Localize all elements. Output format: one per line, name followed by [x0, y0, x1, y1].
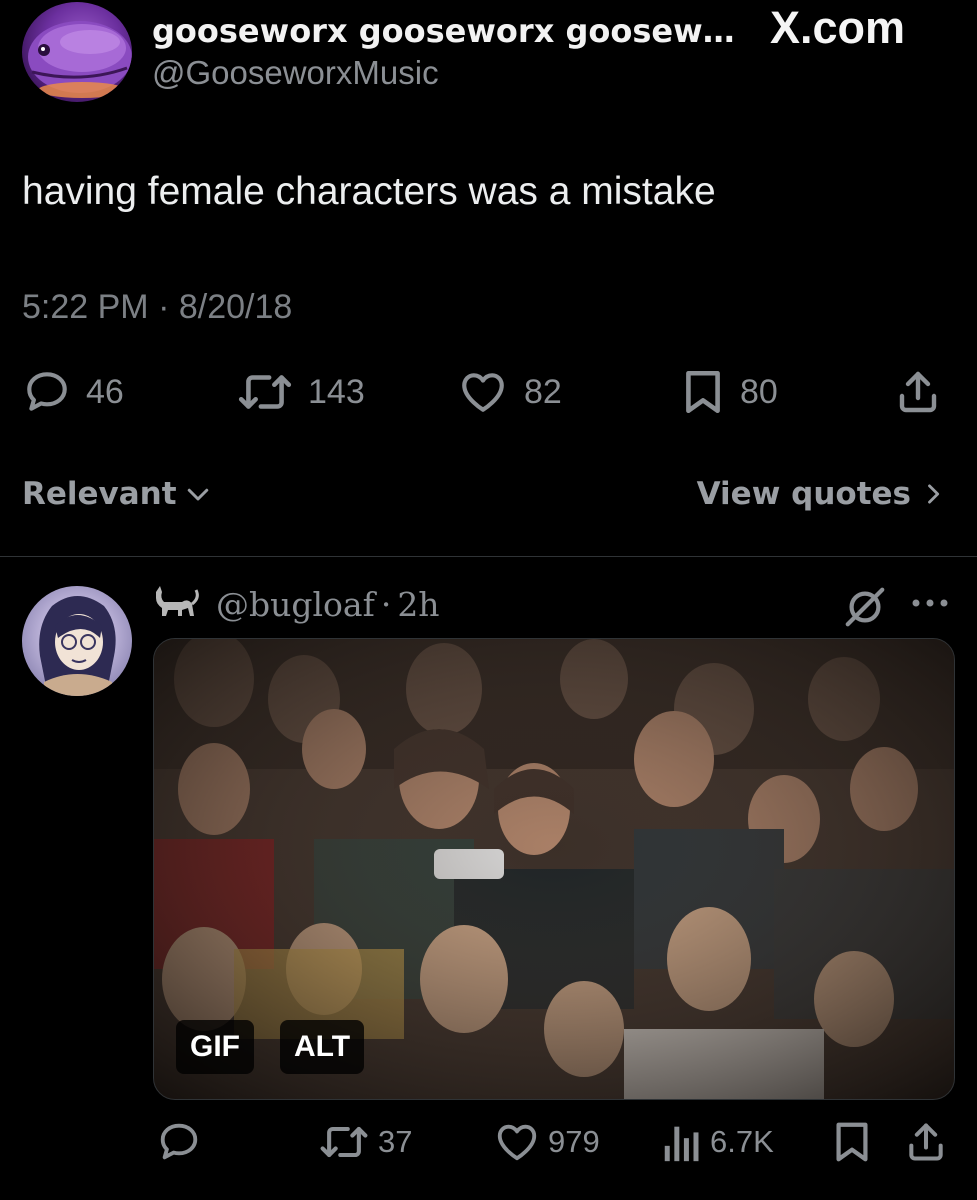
share-upload-icon	[899, 371, 937, 413]
alt-badge[interactable]: ALT	[280, 1020, 365, 1074]
heart-icon	[497, 1124, 537, 1161]
reply-share-button[interactable]	[904, 1118, 948, 1166]
bar-chart-icon	[664, 1126, 699, 1162]
reply-author-avatar[interactable]	[22, 586, 132, 696]
author-name[interactable]: gooseworx gooseworx goosewo...	[152, 12, 742, 50]
reply-separator: ·	[380, 584, 392, 624]
site-label: X.com	[770, 2, 906, 53]
repost-button[interactable]: 143	[236, 366, 365, 418]
reply-views-button[interactable]: 6.7K	[662, 1118, 774, 1166]
reply-time[interactable]: 2h	[397, 585, 439, 624]
reply-count: 46	[86, 372, 124, 411]
bookmark-icon	[686, 370, 720, 414]
share-upload-icon	[909, 1123, 943, 1161]
sort-label: Relevant	[22, 476, 177, 512]
reply-author[interactable]: @bugloaf · 2h	[152, 584, 440, 624]
reply-like-count: 979	[548, 1124, 600, 1159]
repost-arrows-icon	[238, 375, 292, 409]
reply-count-button[interactable]: 46	[22, 366, 124, 418]
reply-view-count: 6.7K	[710, 1124, 774, 1159]
like-count: 82	[524, 372, 562, 411]
more-dots-icon	[912, 599, 948, 607]
sort-dropdown[interactable]: Relevant	[22, 476, 213, 512]
grok-button[interactable]	[842, 584, 888, 635]
post-text: having female characters was a mistake	[22, 170, 716, 213]
chevron-right-icon	[928, 484, 940, 504]
divider	[0, 556, 977, 557]
share-button[interactable]	[894, 366, 942, 418]
repost-arrows-icon	[320, 1126, 368, 1158]
chevron-down-icon	[187, 488, 208, 501]
reply-media-gif[interactable]	[153, 638, 955, 1100]
speech-bubble-icon	[160, 1123, 198, 1160]
view-quotes-label: View quotes	[696, 476, 911, 512]
main-post: gooseworx gooseworx goosewo... @Goosewor…	[0, 0, 977, 556]
gif-crowd-image	[154, 639, 954, 1099]
grok-slash-icon	[845, 587, 885, 627]
post-timestamp[interactable]: 5:22 PM · 8/20/18	[22, 288, 292, 327]
more-options-button[interactable]	[908, 588, 952, 623]
repost-count: 143	[308, 372, 365, 411]
author-avatar[interactable]	[22, 2, 132, 102]
view-quotes-link[interactable]: View quotes	[697, 476, 947, 512]
bookmark-icon	[836, 1122, 868, 1162]
author-handle[interactable]: @GooseworxMusic	[152, 54, 439, 92]
cat-emoji-icon	[156, 586, 199, 616]
reply-handle[interactable]: @bugloaf	[216, 585, 375, 624]
speech-bubble-icon	[27, 372, 67, 411]
bookmark-button[interactable]: 80	[680, 366, 778, 418]
like-button[interactable]: 82	[456, 366, 562, 418]
reply-repost-count: 37	[378, 1124, 413, 1159]
heart-icon	[462, 373, 504, 412]
reply-reply-button[interactable]	[156, 1118, 202, 1166]
gif-badge: GIF	[176, 1020, 254, 1074]
reply-bookmark-button[interactable]	[832, 1118, 872, 1166]
reply-repost-button[interactable]: 37	[318, 1118, 412, 1166]
bookmark-count: 80	[740, 372, 778, 411]
reply-like-button[interactable]: 979	[494, 1118, 600, 1166]
